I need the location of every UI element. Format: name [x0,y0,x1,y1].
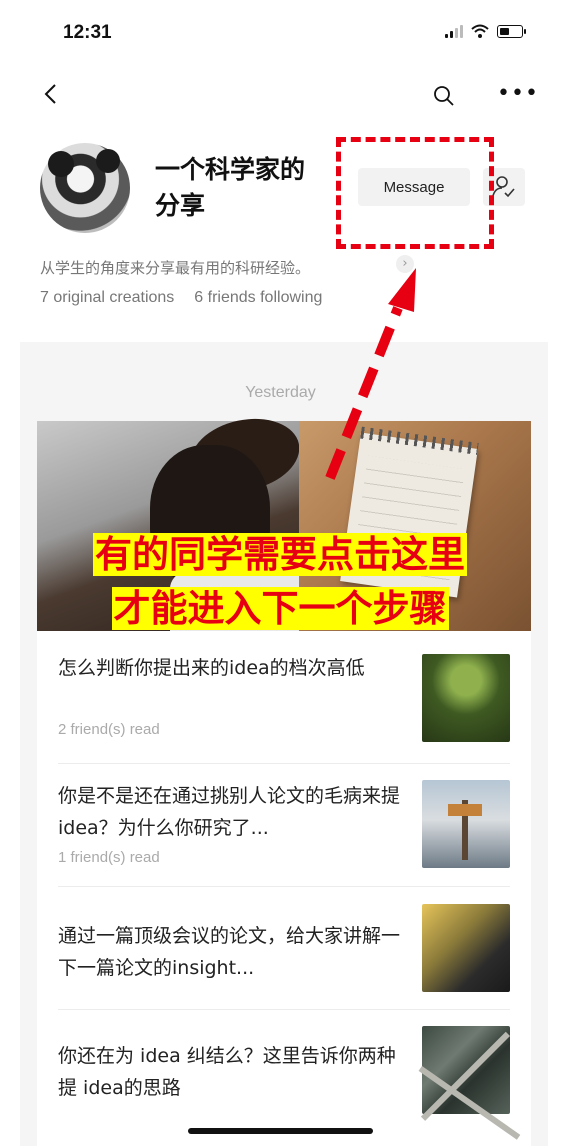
home-indicator[interactable] [188,1128,373,1134]
annotation-caption-line2: 才能进入下一个步骤 [111,587,449,630]
article-read-count: 1 friend(s) read [58,849,160,866]
back-icon[interactable] [40,82,64,106]
article-title[interactable]: 你还在为 idea 纠结么？这里告诉你两种提 idea的思路 [58,1040,408,1104]
chevron-right-icon[interactable]: › [396,255,414,273]
annotation-caption-line1: 有的同学需要点击这里 [93,533,467,576]
battery-icon [497,24,526,38]
day-label: Yesterday [245,384,316,401]
article-title[interactable]: 你是不是还在通过挑别人论文的毛病来提 idea？为什么你研究了... [58,780,408,844]
divider [58,1009,510,1010]
article-thumbnail[interactable] [418,1026,521,1140]
friends-following-count[interactable]: 6 friends following [194,289,322,306]
search-icon[interactable] [432,84,456,108]
status-time: 12:31 [63,22,112,43]
article-title[interactable]: 通过一篇顶级会议的论文，给大家讲解一下一篇论文的insight... [58,920,408,984]
divider [58,763,510,764]
sign-shape [448,804,482,816]
account-name: 一个科学家的分享 [155,155,306,220]
article-thumbnail[interactable] [422,654,510,742]
article-thumbnail[interactable] [422,904,510,992]
avatar[interactable] [40,143,130,233]
divider [58,886,510,887]
account-stats: 7 original creations 6 friends following [40,289,322,307]
article-read-count: 2 friend(s) read [58,721,160,738]
wifi-icon [471,24,489,38]
avatar-ear-left [48,151,74,177]
original-creations-count[interactable]: 7 original creations [40,289,174,306]
annotation-highlight-box [336,137,494,249]
article-title[interactable]: 怎么判断你提出来的idea的档次高低 [58,652,408,684]
account-bio: 从学生的角度来分享最有用的科研经验。 [40,259,311,277]
status-icons [445,24,526,38]
article-thumbnail[interactable] [422,780,510,868]
signal-icon [445,24,463,38]
more-icon[interactable]: ••• [497,83,539,105]
avatar-ear-right [96,149,120,173]
